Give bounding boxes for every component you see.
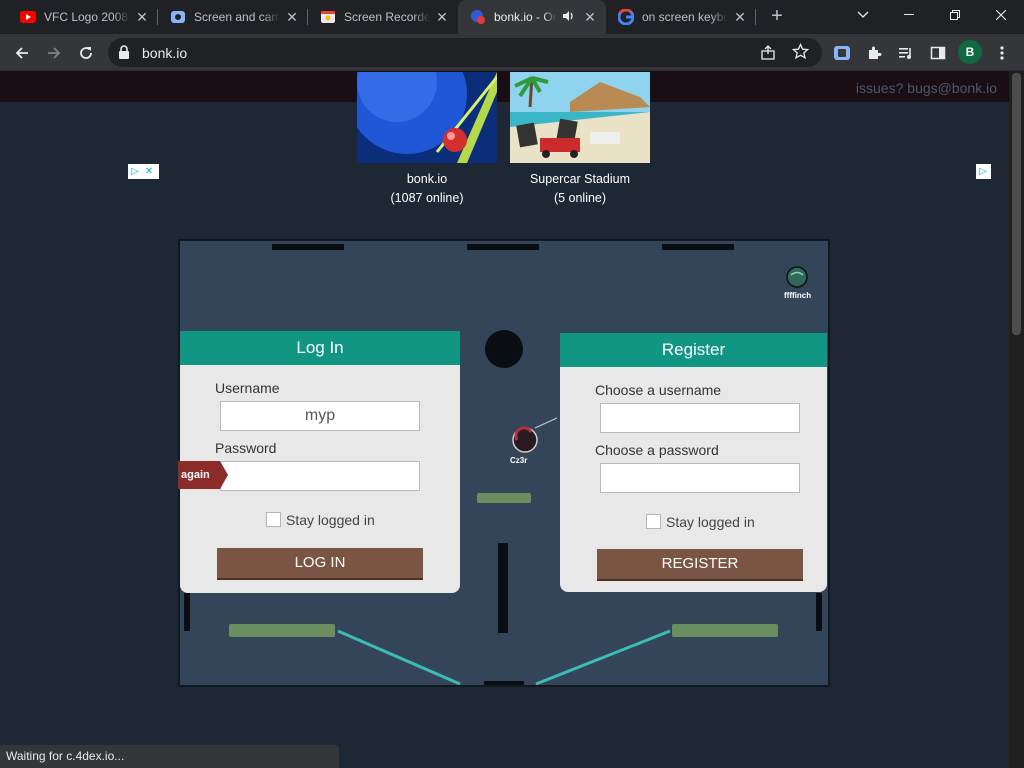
side-panel-icon	[930, 46, 946, 60]
tab-title: Screen and camera recorder	[194, 10, 280, 24]
screen-recorder-app-icon	[320, 9, 336, 25]
password-label: Password	[215, 440, 277, 456]
status-bar: Waiting for c.4dex.io...	[0, 745, 339, 768]
register-username-input[interactable]	[600, 403, 800, 433]
extensions-button[interactable]	[860, 39, 888, 67]
scrollbar-thumb[interactable]	[1012, 73, 1021, 335]
password-input[interactable]	[220, 461, 420, 491]
restore-button[interactable]	[932, 0, 978, 30]
speaker-icon[interactable]	[560, 9, 576, 25]
close-window-button[interactable]	[978, 0, 1024, 30]
tab-search-button[interactable]	[840, 0, 886, 30]
game-name: Supercar Stadium	[529, 172, 631, 186]
bookmark-star-icon[interactable]	[791, 42, 810, 65]
game-caption-bonk[interactable]: bonk.io (1087 online)	[352, 170, 502, 208]
game-online-count: (1087 online)	[390, 191, 464, 205]
close-tab-icon[interactable]: ✕	[284, 9, 300, 25]
youtube-icon	[20, 9, 36, 25]
google-icon	[618, 9, 634, 25]
reload-button[interactable]	[72, 39, 100, 67]
screen-recorder-icon	[834, 46, 850, 60]
minimize-icon	[904, 14, 914, 15]
game-caption-supercar[interactable]: Supercar Stadium (5 online)	[505, 170, 655, 208]
screen-recorder-icon	[170, 9, 186, 25]
back-button[interactable]	[8, 39, 36, 67]
stay-logged-in-label[interactable]: Stay logged in	[286, 512, 375, 528]
stay-logged-in-checkbox[interactable]	[266, 512, 281, 527]
register-password-input[interactable]	[600, 463, 800, 493]
reload-icon	[80, 47, 92, 59]
page-content: issues? bugs@bonk.io ▷ ✕ ▷ bonk.io (1087…	[0, 71, 1009, 768]
username-input[interactable]: myp	[220, 401, 420, 431]
register-title: Register	[560, 333, 827, 367]
chevron-down-icon	[857, 11, 869, 18]
screen-recorder-extension-button[interactable]	[828, 39, 856, 67]
minimize-button[interactable]	[886, 0, 932, 30]
bonk-icon	[470, 9, 486, 25]
ad-close-icon[interactable]: ✕	[142, 165, 156, 179]
close-tab-icon[interactable]: ✕	[134, 9, 150, 25]
username-label: Username	[215, 380, 280, 396]
game-name: bonk.io	[406, 172, 448, 186]
address-bar[interactable]: bonk.io	[108, 38, 822, 67]
choose-username-label: Choose a username	[595, 382, 722, 398]
tab-title: VFC Logo 2008	[44, 10, 129, 24]
tab-vfc-logo[interactable]: VFC Logo 2008 ✕	[8, 0, 158, 34]
ad-info-icon: ▷	[979, 165, 987, 177]
page-scrollbar[interactable]	[1009, 71, 1024, 768]
tab-strip: VFC Logo 2008 ✕ Screen and camera record…	[0, 0, 1024, 34]
tab-on-screen-keyboard[interactable]: on screen keyboard ✕	[606, 0, 756, 34]
tab-screen-camera[interactable]: Screen and camera recorder ✕	[158, 0, 308, 34]
tab-title: bonk.io - Online multiplayer game	[494, 10, 556, 24]
login-button[interactable]: LOG IN	[217, 548, 423, 578]
bonk-io-thumbnail[interactable]	[357, 72, 497, 163]
close-tab-icon[interactable]: ✕	[732, 9, 748, 25]
choose-password-label: Choose a password	[595, 442, 719, 458]
error-tag: again	[178, 461, 228, 489]
menu-button[interactable]	[988, 39, 1016, 67]
forward-button[interactable]	[40, 39, 68, 67]
lock-icon[interactable]	[118, 45, 130, 64]
ad-choices-badge[interactable]: ▷	[976, 164, 991, 179]
puzzle-icon	[869, 46, 882, 59]
url-text: bonk.io	[142, 45, 188, 61]
register-panel: Register Choose a username Choose a pass…	[560, 333, 827, 592]
tab-title: on screen keyboard	[642, 10, 728, 24]
tab-title: Screen Recorder	[344, 10, 430, 24]
side-panel-button[interactable]	[924, 39, 952, 67]
tab-screen-recorder[interactable]: Screen Recorder ✕	[308, 0, 458, 34]
supercar-stadium-thumbnail[interactable]	[510, 72, 650, 163]
profile-avatar[interactable]: B	[958, 40, 982, 64]
top-bar: issues? bugs@bonk.io	[0, 71, 1009, 102]
close-tab-icon[interactable]: ✕	[582, 9, 598, 25]
register-stay-logged-in-checkbox[interactable]	[646, 514, 661, 529]
ad-choices-badge[interactable]: ▷ ✕	[128, 164, 159, 179]
login-title: Log In	[180, 331, 460, 365]
close-tab-icon[interactable]: ✕	[434, 9, 450, 25]
arrow-right-icon	[48, 47, 61, 59]
close-icon	[996, 10, 1006, 20]
browser-toolbar: bonk.io	[0, 34, 1024, 71]
ad-info-icon: ▷	[131, 165, 139, 177]
new-tab-button[interactable]: +	[765, 5, 789, 29]
issues-link[interactable]: issues? bugs@bonk.io	[856, 80, 997, 96]
register-button[interactable]: REGISTER	[597, 549, 803, 579]
game-online-count: (5 online)	[553, 191, 607, 205]
kebab-menu-icon	[1000, 46, 1004, 60]
media-controls-button[interactable]	[892, 39, 920, 67]
tab-bonk-io[interactable]: bonk.io - Online multiplayer game ✕	[458, 0, 606, 34]
restore-icon	[950, 10, 960, 20]
arrow-left-icon	[15, 47, 28, 59]
register-stay-logged-in-label[interactable]: Stay logged in	[666, 514, 755, 530]
media-queue-icon	[899, 48, 911, 59]
share-icon[interactable]	[760, 44, 776, 65]
